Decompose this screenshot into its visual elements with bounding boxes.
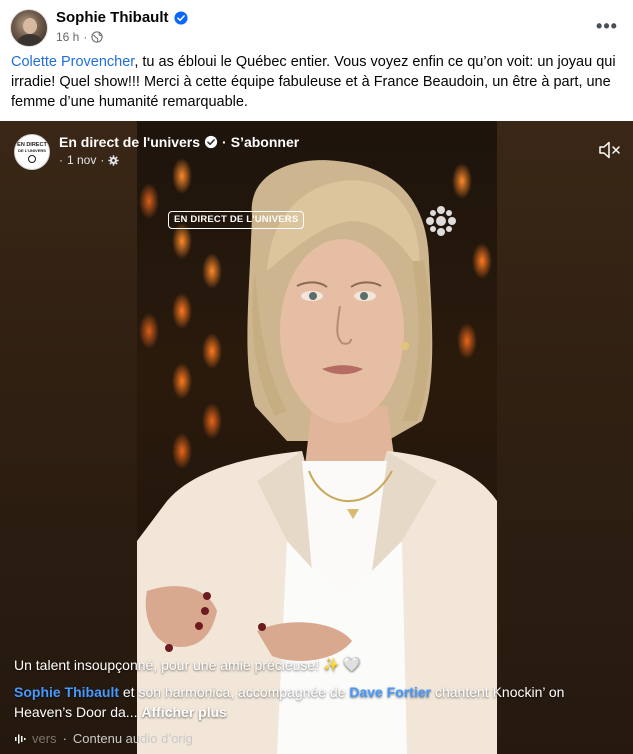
page-meta-separator: ·	[100, 153, 105, 167]
page-avatar-logo	[28, 154, 36, 163]
avatar-face	[23, 18, 37, 34]
globe-icon	[91, 31, 103, 43]
post-time[interactable]: 16 h	[56, 30, 79, 44]
page-name-separator: ·	[222, 134, 227, 150]
page-avatar[interactable]: EN DIRECT DE L'UNIVERS	[14, 134, 50, 170]
more-options-button[interactable]: •••	[593, 14, 621, 38]
audio-attribution[interactable]: vers · Contenu audio d’orig	[14, 731, 193, 746]
page-avatar-line-2: DE L'UNIVERS	[18, 147, 46, 153]
sparkle-icon: ✨	[323, 656, 340, 672]
live-badge: EN DIRECT DE L'UNIVERS	[168, 211, 305, 229]
page-verified-icon	[204, 135, 218, 149]
caption-mention-1[interactable]: Sophie Thibault	[14, 684, 119, 700]
page-meta-prefix: ·	[59, 153, 63, 167]
audio-faded-text: vers	[32, 731, 57, 746]
audio-label: Contenu audio d’orig	[72, 731, 193, 746]
network-logo-icon	[426, 206, 456, 236]
author-avatar[interactable]	[10, 9, 48, 47]
audio-wave-icon	[15, 734, 26, 743]
mention-link[interactable]: Colette Provencher	[11, 54, 134, 70]
page-name[interactable]: En direct de l'univers	[59, 134, 200, 150]
author-name-row: Sophie Thibault	[56, 9, 188, 26]
audio-separator: ·	[62, 731, 67, 746]
video-blur-right	[497, 121, 633, 754]
post-header: Sophie Thibault 16 h · •••	[0, 0, 633, 50]
caption-body: Sophie Thibault et son harmonica, accomp…	[14, 682, 584, 722]
post-text: Colette Provencher, tu as ébloui le Québ…	[11, 52, 623, 112]
avatar-body	[17, 34, 43, 46]
caption-text-1: et son harmonica, accompagnée de	[119, 684, 350, 700]
see-more-link[interactable]: Afficher plus	[141, 704, 227, 720]
author-name[interactable]: Sophie Thibault	[56, 9, 169, 26]
page-name-row: En direct de l'univers · S’abonner	[59, 134, 299, 150]
more-options-icon: •••	[596, 16, 618, 36]
post-meta: 16 h ·	[56, 30, 103, 44]
meta-separator: ·	[83, 30, 88, 44]
gear-icon	[108, 154, 120, 166]
mute-icon[interactable]	[598, 139, 622, 161]
caption-mention-2[interactable]: Dave Fortier	[349, 684, 431, 700]
subscribe-button[interactable]: S’abonner	[231, 134, 299, 150]
caption-title-text: Un talent insoupçonné, pour une amie pré…	[14, 656, 320, 673]
page-meta: · 1 nov ·	[59, 153, 120, 167]
verified-badge-icon	[173, 10, 188, 25]
heart-icon: 🤍	[343, 656, 361, 672]
caption-title: Un talent insoupçonné, pour une amie pré…	[14, 656, 361, 673]
page-date[interactable]: 1 nov	[67, 153, 96, 167]
